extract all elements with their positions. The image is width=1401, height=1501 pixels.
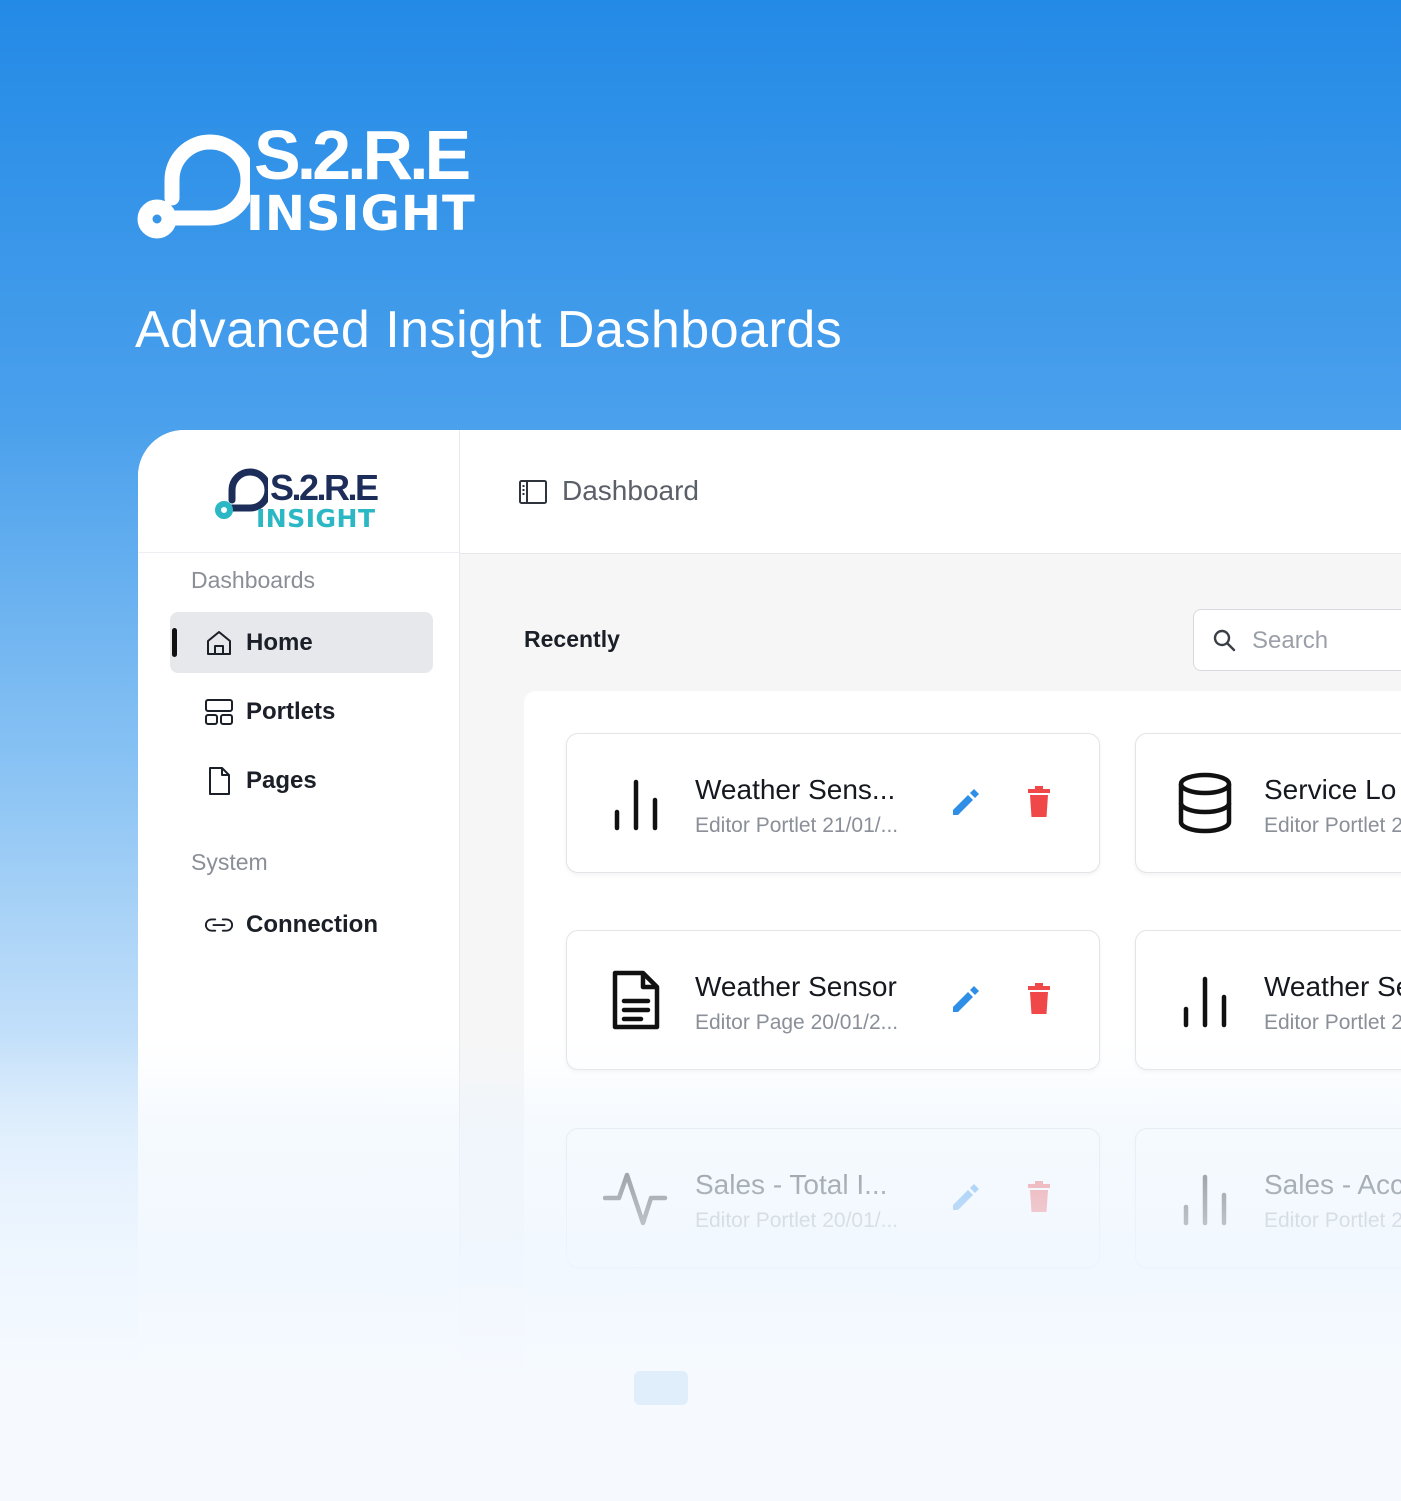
- link-icon: [204, 910, 234, 940]
- card-subtitle: Editor Portlet 2: [1264, 814, 1401, 837]
- bar-chart-icon: [614, 779, 658, 831]
- card-subtitle: Editor Portlet 21/01/...: [695, 814, 899, 837]
- active-indicator: [172, 628, 177, 657]
- sidebar: S.2.R.E INSIGHT Dashboards Home Portlets…: [138, 430, 460, 1501]
- topbar: Dashboard: [460, 430, 1401, 554]
- edit-button[interactable]: [945, 979, 985, 1019]
- delete-button[interactable]: [1019, 979, 1059, 1019]
- app-window: S.2.R.E INSIGHT Dashboards Home Portlets…: [138, 430, 1401, 1501]
- sidebar-logo[interactable]: S.2.R.E INSIGHT: [214, 462, 394, 532]
- card-subtitle: Editor Portlet 20/01/...: [695, 1209, 899, 1232]
- brand-mark-icon: [137, 134, 250, 239]
- recent-card[interactable]: Weather Sens... Editor Portlet 21/01/...: [566, 733, 1100, 873]
- sidebar-item-label: Home: [246, 628, 313, 656]
- hero-logo: S.2.R.E INSIGHT: [136, 120, 496, 242]
- card-title: Weather Sensor: [695, 971, 897, 1002]
- bar-chart-icon: [1183, 1174, 1227, 1226]
- file-icon: [204, 766, 234, 796]
- card-title: Sales - Acc: [1264, 1169, 1401, 1200]
- page-title: Dashboard: [562, 475, 699, 506]
- card-subtitle: Editor Page 20/01/2...: [695, 1011, 899, 1034]
- section-label-system: System: [191, 849, 268, 875]
- sidebar-item-label: Pages: [246, 766, 317, 794]
- card-title: Service Lo: [1264, 774, 1397, 805]
- sidebar-item-pages[interactable]: Pages: [170, 750, 433, 811]
- sidebar-item-home[interactable]: Home: [170, 612, 433, 673]
- recent-card[interactable]: Weather Sensor Editor Page 20/01/2...: [566, 930, 1100, 1070]
- bar-chart-icon: [1183, 976, 1227, 1028]
- search-input[interactable]: [1252, 622, 1401, 660]
- layout-icon: [204, 697, 234, 727]
- sidebar-item-label: Connection: [246, 910, 378, 938]
- pagination-page[interactable]: [700, 1371, 754, 1405]
- hero-brand-name: S.2.R.E: [254, 116, 471, 194]
- document-icon: [612, 970, 660, 1030]
- pagination: [634, 1371, 820, 1405]
- pagination-page-active[interactable]: [634, 1371, 688, 1405]
- pagination-page[interactable]: [766, 1371, 820, 1405]
- card-subtitle: Editor Portlet 2: [1264, 1209, 1401, 1232]
- hero-brand-subname: INSIGHT: [246, 186, 476, 242]
- card-title: Sales - Total I...: [695, 1169, 888, 1200]
- sidebar-item-portlets[interactable]: Portlets: [170, 681, 433, 742]
- edit-button[interactable]: [945, 782, 985, 822]
- recent-card[interactable]: Sales - Total I... Editor Portlet 20/01/…: [566, 1128, 1100, 1268]
- sidebar-divider: [138, 552, 459, 553]
- card-title: Weather Sens...: [695, 774, 896, 805]
- section-label-dashboards: Dashboards: [191, 567, 316, 593]
- card-title: Weather Se: [1264, 971, 1401, 1002]
- sidebar-panel-icon[interactable]: [518, 478, 548, 506]
- search-box: [1193, 609, 1401, 671]
- sidebar-brand-subname: INSIGHT: [256, 504, 376, 533]
- hero-tagline: Advanced Insight Dashboards: [135, 301, 843, 359]
- recent-card[interactable]: Weather Se Editor Portlet 2: [1135, 930, 1401, 1070]
- recent-card[interactable]: Sales - Acc Editor Portlet 2: [1135, 1128, 1401, 1268]
- recently-heading: Recently: [524, 626, 620, 652]
- delete-button[interactable]: [1019, 1177, 1059, 1217]
- home-icon: [204, 628, 234, 658]
- recent-card[interactable]: Service Lo Editor Portlet 2: [1135, 733, 1401, 873]
- activity-icon: [603, 1172, 668, 1226]
- sidebar-brand-name: S.2.R.E: [270, 467, 379, 508]
- delete-button[interactable]: [1019, 782, 1059, 822]
- card-subtitle: Editor Portlet 2: [1264, 1011, 1401, 1034]
- search-icon: [1213, 629, 1236, 652]
- database-icon: [1178, 772, 1232, 834]
- sidebar-item-connection[interactable]: Connection: [170, 894, 433, 955]
- edit-button[interactable]: [945, 1177, 985, 1217]
- sidebar-item-label: Portlets: [246, 697, 336, 725]
